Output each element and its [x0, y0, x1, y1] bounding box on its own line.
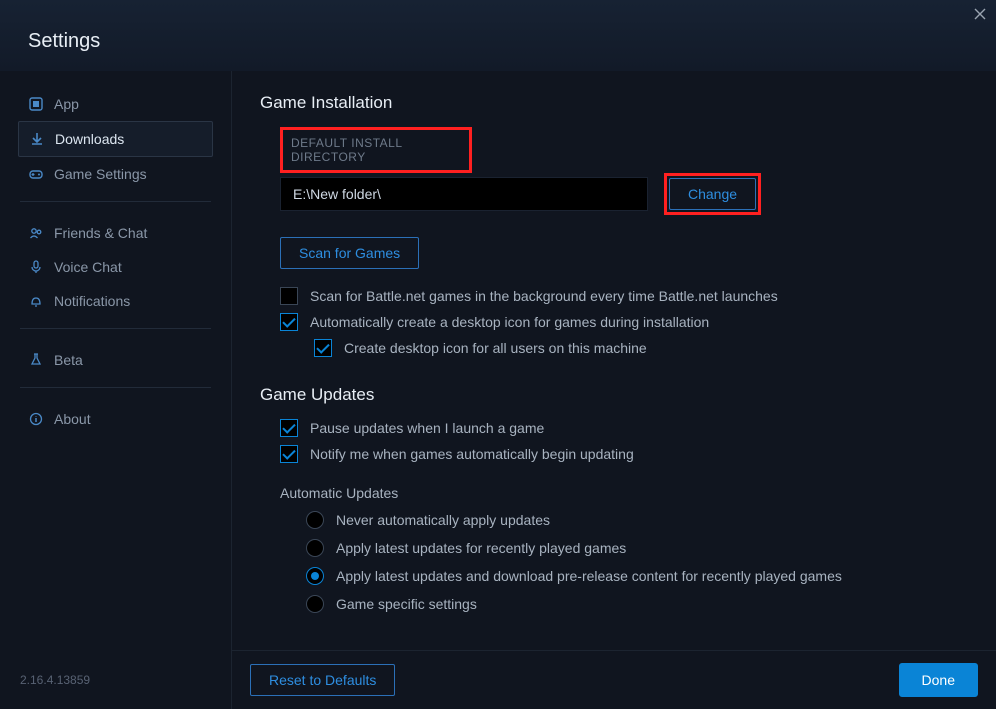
default-install-dir-label: DEFAULT INSTALL DIRECTORY	[283, 130, 469, 170]
footer: Reset to Defaults Done	[232, 650, 996, 709]
sidebar-item-label: Beta	[54, 352, 83, 368]
change-button[interactable]: Change	[669, 178, 756, 210]
default-install-dir-input[interactable]	[280, 177, 648, 211]
friends-icon	[28, 225, 44, 241]
sidebar-item-label: Game Settings	[54, 166, 147, 182]
highlight-change-button: Change	[664, 173, 761, 215]
scan-for-games-button[interactable]: Scan for Games	[280, 237, 419, 269]
radio-label: Apply latest updates and download pre-re…	[336, 568, 842, 584]
done-button[interactable]: Done	[899, 663, 978, 697]
checkbox-notify-updates[interactable]: Notify me when games automatically begin…	[280, 445, 960, 463]
radio-latest-prerelease[interactable]: Apply latest updates and download pre-re…	[306, 567, 960, 585]
checkbox-label: Automatically create a desktop icon for …	[310, 314, 709, 330]
checkbox-scan-background[interactable]: Scan for Battle.net games in the backgro…	[280, 287, 960, 305]
radio-label: Apply latest updates for recently played…	[336, 540, 626, 556]
sidebar-item-beta[interactable]: Beta	[18, 343, 213, 377]
controller-icon	[28, 166, 44, 182]
sidebar-item-label: App	[54, 96, 79, 112]
checkbox-icon	[280, 313, 298, 331]
sidebar-item-voice-chat[interactable]: Voice Chat	[18, 250, 213, 284]
radio-label: Game specific settings	[336, 596, 477, 612]
radio-icon	[306, 539, 324, 557]
sidebar-item-notifications[interactable]: Notifications	[18, 284, 213, 318]
info-icon	[28, 411, 44, 427]
checkbox-icon	[280, 419, 298, 437]
sidebar-item-label: About	[54, 411, 91, 427]
close-icon[interactable]	[964, 0, 996, 28]
checkbox-label: Create desktop icon for all users on thi…	[344, 340, 647, 356]
automatic-updates-heading: Automatic Updates	[280, 485, 960, 501]
version-label: 2.16.4.13859	[18, 665, 213, 699]
content-panel: Game Installation DEFAULT INSTALL DIRECT…	[232, 71, 996, 650]
checkbox-label: Scan for Battle.net games in the backgro…	[310, 288, 778, 304]
radio-icon	[306, 567, 324, 585]
sidebar-item-label: Downloads	[55, 131, 124, 147]
sidebar-item-label: Voice Chat	[54, 259, 122, 275]
checkbox-desktop-icon-all-users[interactable]: Create desktop icon for all users on thi…	[314, 339, 960, 357]
checkbox-auto-desktop-icon[interactable]: Automatically create a desktop icon for …	[280, 313, 960, 331]
sidebar-item-label: Friends & Chat	[54, 225, 147, 241]
divider	[20, 328, 211, 329]
checkbox-label: Notify me when games automatically begin…	[310, 446, 634, 462]
section-heading-game-installation: Game Installation	[260, 93, 960, 113]
download-icon	[29, 131, 45, 147]
sidebar-item-friends-chat[interactable]: Friends & Chat	[18, 216, 213, 250]
sidebar-item-game-settings[interactable]: Game Settings	[18, 157, 213, 191]
sidebar-item-downloads[interactable]: Downloads	[18, 121, 213, 157]
page-title: Settings	[28, 30, 996, 53]
checkbox-icon	[314, 339, 332, 357]
sidebar: App Downloads Game Settings Frie	[0, 71, 232, 709]
divider	[20, 387, 211, 388]
radio-latest-recent[interactable]: Apply latest updates for recently played…	[306, 539, 960, 557]
reset-defaults-button[interactable]: Reset to Defaults	[250, 664, 395, 696]
checkbox-icon	[280, 287, 298, 305]
highlight-default-dir-label: DEFAULT INSTALL DIRECTORY	[280, 127, 472, 173]
mic-icon	[28, 259, 44, 275]
sidebar-item-about[interactable]: About	[18, 402, 213, 436]
radio-icon	[306, 595, 324, 613]
divider	[20, 201, 211, 202]
section-heading-game-updates: Game Updates	[260, 385, 960, 405]
radio-label: Never automatically apply updates	[336, 512, 550, 528]
bell-icon	[28, 293, 44, 309]
radio-never-auto-update[interactable]: Never automatically apply updates	[306, 511, 960, 529]
checkbox-label: Pause updates when I launch a game	[310, 420, 544, 436]
sidebar-item-app[interactable]: App	[18, 87, 213, 121]
radio-icon	[306, 511, 324, 529]
header: Settings	[0, 0, 996, 71]
sidebar-item-label: Notifications	[54, 293, 130, 309]
checkbox-icon	[280, 445, 298, 463]
radio-game-specific[interactable]: Game specific settings	[306, 595, 960, 613]
flask-icon	[28, 352, 44, 368]
checkbox-pause-updates[interactable]: Pause updates when I launch a game	[280, 419, 960, 437]
app-icon	[28, 96, 44, 112]
